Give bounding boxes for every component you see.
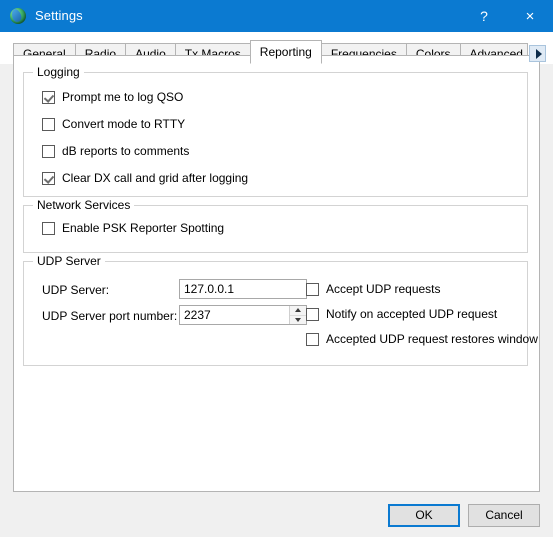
triangle-up-icon bbox=[295, 308, 301, 313]
checkbox-box[interactable] bbox=[42, 117, 55, 131]
udp-server-group: UDP Server UDP Server: UDP Server port n… bbox=[23, 255, 538, 366]
checkbox-accept-udp-requests[interactable]: Accept UDP requests bbox=[306, 282, 441, 296]
cancel-button[interactable]: Cancel bbox=[468, 504, 540, 527]
checkbox-label: Notify on accepted UDP request bbox=[326, 307, 498, 321]
help-button[interactable]: ? bbox=[461, 0, 507, 32]
checkbox-label: dB reports to comments bbox=[62, 144, 190, 158]
network-services-group: Network Services Enable PSK Reporter Spo… bbox=[23, 199, 528, 253]
checkbox-db-reports-to-comments[interactable]: dB reports to comments bbox=[42, 144, 189, 158]
udp-server-input[interactable] bbox=[179, 279, 307, 299]
chevron-right-icon bbox=[535, 48, 542, 59]
udp-server-port-value[interactable]: 2237 bbox=[180, 306, 289, 324]
udp-server-port-label: UDP Server port number: bbox=[42, 309, 178, 323]
tab-reporting[interactable]: Reporting bbox=[249, 40, 322, 64]
checkbox-box[interactable] bbox=[42, 90, 55, 104]
checkbox-box[interactable] bbox=[42, 144, 55, 158]
checkbox-enable-psk-reporter-spotting[interactable]: Enable PSK Reporter Spotting bbox=[42, 221, 224, 235]
checkbox-label: Accept UDP requests bbox=[326, 282, 441, 296]
checkbox-box[interactable] bbox=[306, 282, 319, 296]
checkbox-label: Convert mode to RTTY bbox=[62, 117, 186, 131]
network-services-group-label: Network Services bbox=[33, 199, 135, 212]
checkbox-box[interactable] bbox=[306, 307, 319, 321]
stepper-up-button[interactable] bbox=[290, 306, 306, 316]
globe-icon bbox=[10, 7, 26, 24]
checkbox-label: Clear DX call and grid after logging bbox=[62, 171, 249, 185]
udp-server-port-stepper[interactable]: 2237 bbox=[179, 305, 307, 325]
checkbox-label: Enable PSK Reporter Spotting bbox=[62, 221, 225, 235]
stepper-buttons[interactable] bbox=[289, 306, 306, 324]
logging-group: Logging Prompt me to log QSO Convert mod… bbox=[23, 66, 528, 197]
checkbox-box[interactable] bbox=[42, 171, 55, 185]
checkbox-box[interactable] bbox=[42, 221, 55, 235]
tab-scroll-right-button[interactable] bbox=[529, 45, 546, 62]
checkbox-box[interactable] bbox=[306, 332, 319, 346]
checkbox-convert-mode-to-rtty[interactable]: Convert mode to RTTY bbox=[42, 117, 185, 131]
checkbox-label: Prompt me to log QSO bbox=[62, 90, 184, 104]
checkbox-accepted-udp-request-restores-window[interactable]: Accepted UDP request restores window bbox=[306, 332, 538, 346]
logging-group-label: Logging bbox=[33, 66, 84, 79]
window-title: Settings bbox=[35, 8, 83, 23]
checkbox-label: Accepted UDP request restores window bbox=[326, 332, 538, 346]
checkbox-notify-on-accepted-udp-request[interactable]: Notify on accepted UDP request bbox=[306, 307, 497, 321]
triangle-down-icon bbox=[295, 317, 301, 322]
udp-server-group-label: UDP Server bbox=[33, 255, 105, 268]
ok-button[interactable]: OK bbox=[388, 504, 460, 527]
udp-server-label: UDP Server: bbox=[42, 283, 110, 297]
close-button[interactable]: × bbox=[507, 0, 553, 32]
stepper-down-button[interactable] bbox=[290, 316, 306, 325]
checkbox-clear-dx-call-and-grid-after-logging[interactable]: Clear DX call and grid after logging bbox=[42, 171, 248, 185]
reporting-tab-panel: Logging Prompt me to log QSO Convert mod… bbox=[13, 55, 540, 492]
title-bar: Settings ? × bbox=[0, 0, 553, 32]
checkbox-prompt-me-to-log-qso[interactable]: Prompt me to log QSO bbox=[42, 90, 183, 104]
